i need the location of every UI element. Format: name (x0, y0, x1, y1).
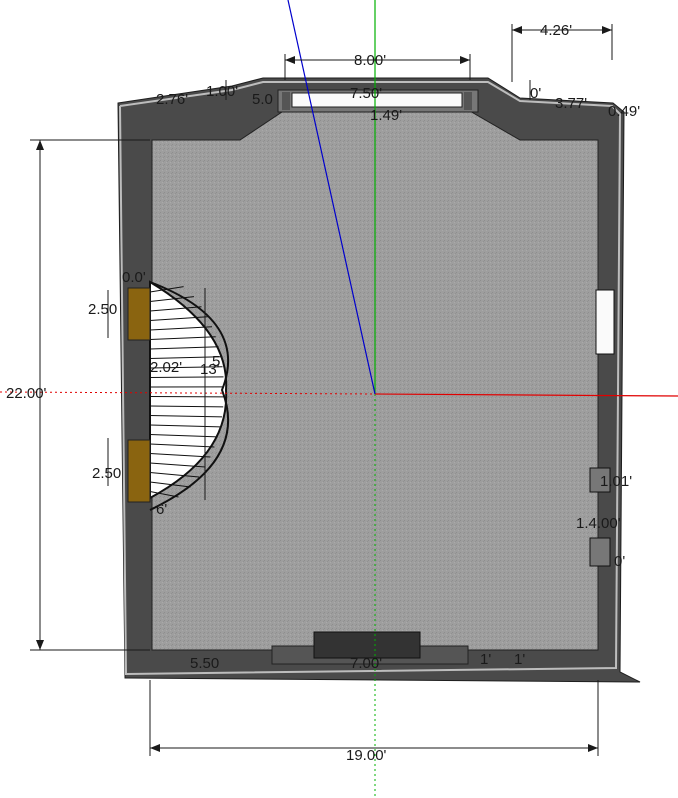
dim-total-height: 22.00' (6, 385, 47, 402)
dim-bottom-right-a: 1' (480, 651, 491, 668)
wall-fixture-lower[interactable] (589, 537, 611, 567)
dim-left-top-a: 2.76' (156, 91, 188, 108)
dim-arch-left-1: 2.50 (88, 301, 117, 318)
dim-mid-top: 7.50' (350, 85, 382, 102)
dim-bottom-left: 5.50 (190, 655, 219, 672)
dim-arch-left-2: 2.50 (92, 465, 121, 482)
dim-right-top-a: 0' (530, 85, 541, 102)
dim-arch-top: 0.0' (122, 269, 146, 286)
dim-window-width: 8.00' (354, 52, 386, 69)
sketchup-viewport[interactable]: 22.00' 19.00' 8.00' 4.26' 2.76' 1.00' 5.… (0, 0, 678, 798)
dim-arch-small: 5' (212, 353, 223, 370)
door-panel-lower[interactable] (127, 439, 151, 503)
door-panel-upper[interactable] (127, 287, 151, 341)
dim-left-top-c: 5.0 (252, 91, 273, 108)
dim-right-wall-3: 0' (614, 553, 625, 570)
dim-right-top-b: 3.77' (555, 95, 587, 112)
floor-plan-canvas[interactable]: 22.00' 19.00' 8.00' 4.26' 2.76' 1.00' 5.… (0, 0, 678, 798)
dim-arch-depth: 2.02' (150, 359, 182, 376)
dim-right-wall-1: 1.01' (600, 473, 632, 490)
dim-bay-offset: 4.26' (540, 22, 572, 39)
dim-bottom-mid: 7.00' (350, 655, 382, 672)
dim-bottom-right-b: 1' (514, 651, 525, 668)
right-window[interactable] (595, 289, 615, 355)
dim-total-width: 19.00' (346, 747, 387, 764)
dim-right-wall-2: 1.4.00' (576, 515, 621, 532)
dim-right-top-c: 0.49' (608, 103, 640, 120)
dim-mid-depth: 1.49' (370, 107, 402, 124)
dim-left-top-b: 1.00' (206, 83, 238, 100)
dim-arch-bottom: 6' (156, 501, 167, 518)
